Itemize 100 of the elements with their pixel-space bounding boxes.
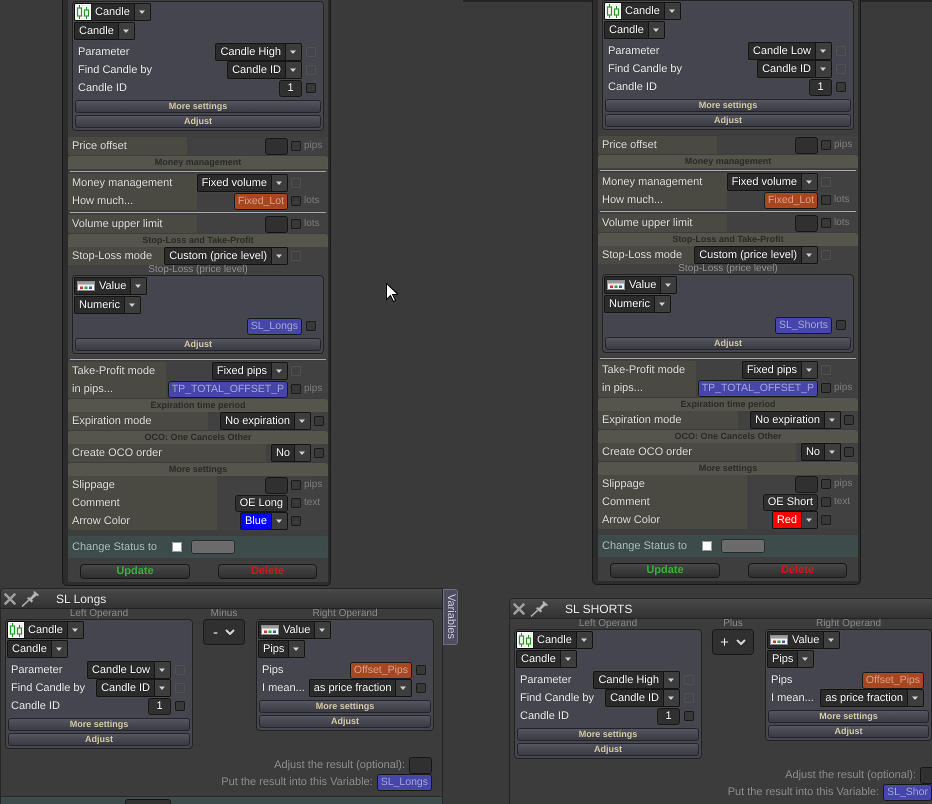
input-field[interactable]: OE Long (234, 494, 288, 512)
update-button[interactable]: Update (80, 564, 190, 579)
checkbox[interactable] (291, 196, 301, 206)
source-dropdown[interactable]: Value (74, 277, 148, 295)
operand-button[interactable]: Adjust (75, 115, 321, 128)
source-dropdown[interactable]: Candle (516, 631, 593, 649)
checkbox[interactable] (821, 479, 831, 489)
source-dropdown[interactable]: Candle (74, 3, 151, 21)
operand-button[interactable]: Adjust (605, 337, 851, 350)
checkbox[interactable] (684, 711, 694, 721)
dropdown[interactable]: Candle Low (748, 42, 832, 60)
operand-button[interactable]: More settings (605, 99, 851, 112)
checkbox[interactable] (175, 701, 185, 711)
source-dropdown[interactable]: Candle (604, 2, 681, 20)
dropdown[interactable]: Candle High (215, 43, 302, 61)
checkbox[interactable] (306, 83, 316, 93)
input-field[interactable] (795, 214, 818, 232)
checkbox[interactable] (291, 384, 301, 394)
operator-dropdown[interactable]: - (203, 619, 245, 645)
checkbox[interactable] (306, 321, 316, 331)
checkbox[interactable] (416, 683, 426, 693)
checkbox[interactable] (314, 448, 324, 458)
type-dropdown[interactable]: Candle (604, 21, 665, 39)
type-dropdown[interactable]: Pips (767, 650, 814, 668)
dropdown[interactable]: Fixed volume (196, 174, 288, 192)
input-field[interactable] (795, 136, 818, 154)
dropdown[interactable]: Candle Low (86, 661, 171, 679)
dropdown[interactable]: Candle ID (757, 60, 832, 78)
dropdown[interactable]: Fixed pips (742, 361, 818, 379)
dropdown[interactable]: Candle ID (96, 679, 171, 697)
checkbox[interactable] (821, 218, 831, 228)
operand-button[interactable]: Adjust (605, 114, 851, 127)
source-dropdown[interactable]: Value (604, 276, 678, 294)
checkbox[interactable] (821, 515, 831, 525)
type-dropdown[interactable]: Pips (258, 640, 306, 658)
input-field[interactable] (265, 476, 288, 494)
close-icon[interactable] (4, 592, 16, 604)
checkbox[interactable] (844, 447, 854, 457)
dropdown[interactable]: Candle ID (605, 689, 680, 707)
input-field[interactable] (265, 216, 288, 232)
update-button[interactable]: Update (610, 563, 720, 578)
color-dropdown[interactable]: Blue (240, 512, 288, 530)
type-dropdown[interactable]: Numeric (74, 296, 141, 314)
checkbox[interactable] (836, 82, 846, 92)
operand-button[interactable]: More settings (8, 718, 190, 731)
checkbox[interactable] (291, 141, 301, 151)
checkbox[interactable] (291, 498, 301, 508)
checkbox[interactable] (172, 542, 182, 552)
checkbox[interactable] (821, 497, 831, 507)
dropdown[interactable]: Fixed volume (726, 173, 818, 191)
input-field[interactable] (920, 767, 932, 784)
input-field[interactable] (265, 138, 288, 154)
dropdown[interactable]: Fixed pips (212, 362, 288, 380)
color-dropdown[interactable]: Red (772, 511, 818, 529)
checkbox[interactable] (291, 219, 301, 229)
operand-button[interactable]: Adjust (259, 715, 431, 728)
dropdown[interactable]: Custom (price level) (164, 247, 288, 265)
pushpin-icon[interactable] (21, 590, 41, 606)
type-dropdown[interactable]: Candle (7, 640, 68, 658)
dropdown[interactable]: No (270, 444, 311, 462)
checkbox[interactable] (821, 383, 831, 393)
checkbox[interactable] (314, 416, 324, 426)
operand-button[interactable]: More settings (517, 728, 699, 741)
checkbox[interactable] (416, 665, 426, 675)
checkbox[interactable] (821, 140, 831, 150)
operand-button[interactable]: More settings (259, 700, 431, 713)
input-field[interactable] (191, 540, 236, 554)
operand-button[interactable]: More settings (768, 710, 929, 723)
dropdown[interactable]: No expiration (750, 411, 841, 429)
type-dropdown[interactable]: Numeric (604, 295, 671, 313)
input-field[interactable]: 1 (148, 698, 171, 714)
close-icon[interactable] (513, 602, 525, 614)
dropdown[interactable]: Candle ID (227, 61, 302, 79)
dropdown[interactable]: Custom (price level) (694, 246, 818, 264)
source-dropdown[interactable]: Value (258, 621, 332, 639)
input-field[interactable]: 1 (809, 78, 832, 96)
dropdown[interactable]: Candle High (593, 671, 680, 689)
operand-button[interactable]: Adjust (768, 725, 929, 738)
operand-button[interactable]: More settings (75, 100, 321, 113)
checkbox[interactable] (702, 541, 712, 551)
input-field[interactable]: OE Short (762, 494, 818, 510)
input-field[interactable] (795, 476, 818, 492)
variables-tab[interactable]: Variables (443, 589, 458, 645)
input-field[interactable]: 1 (657, 708, 680, 724)
operator-dropdown[interactable]: + (712, 629, 754, 655)
input-field[interactable] (409, 757, 432, 774)
dropdown[interactable]: as price fraction (308, 679, 412, 697)
operand-button[interactable]: Adjust (75, 338, 321, 351)
checkbox[interactable] (844, 415, 854, 425)
operand-button[interactable]: Adjust (517, 743, 699, 756)
checkbox[interactable] (836, 320, 846, 330)
type-dropdown[interactable]: Candle (74, 22, 135, 40)
dropdown[interactable]: No expiration (220, 412, 311, 430)
source-dropdown[interactable]: Value (767, 631, 840, 649)
type-dropdown[interactable]: Candle (516, 650, 577, 668)
checkbox[interactable] (821, 195, 831, 205)
source-dropdown[interactable]: Candle (7, 621, 84, 639)
dropdown[interactable]: No (800, 443, 841, 461)
operand-button[interactable]: Adjust (8, 733, 190, 746)
input-field[interactable] (721, 539, 766, 553)
